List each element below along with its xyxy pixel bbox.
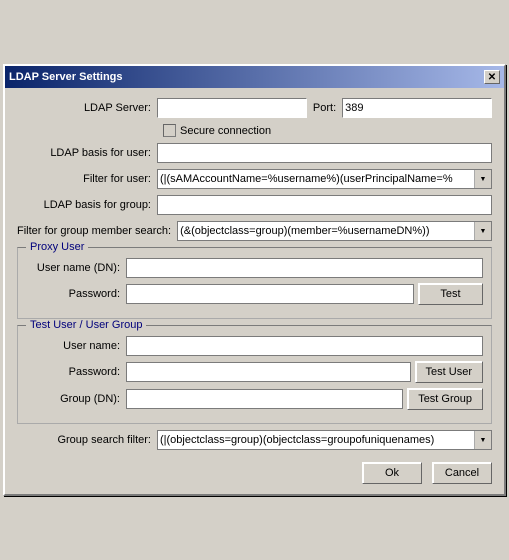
ldap-basis-user-label: LDAP basis for user: <box>17 147 157 159</box>
close-button[interactable]: ✕ <box>484 70 500 84</box>
test-user-group-label: Test User / User Group <box>26 319 146 331</box>
test-group-button[interactable]: Test Group <box>407 388 483 410</box>
test-username-label: User name: <box>26 340 126 352</box>
filter-user-select[interactable]: (|(sAMAccountName=%username%)(userPrinci… <box>157 169 492 189</box>
proxy-password-input[interactable] <box>126 284 414 304</box>
filter-user-label: Filter for user: <box>17 173 157 185</box>
title-bar: LDAP Server Settings ✕ <box>5 66 504 88</box>
ok-button[interactable]: Ok <box>362 462 422 484</box>
test-user-button[interactable]: Test User <box>415 361 483 383</box>
ldap-basis-user-row: LDAP basis for user: <box>17 143 492 163</box>
proxy-user-groupbox: Proxy User User name (DN): Password: Tes… <box>17 247 492 319</box>
test-group-input[interactable] <box>126 389 403 409</box>
ldap-basis-user-input[interactable] <box>157 143 492 163</box>
filter-group-label: Filter for group member search: <box>17 225 177 237</box>
proxy-username-row: User name (DN): <box>26 258 483 278</box>
test-group-row: Group (DN): Test Group <box>26 388 483 410</box>
cancel-button[interactable]: Cancel <box>432 462 492 484</box>
filter-user-dropdown-btn[interactable]: ▼ <box>474 170 491 188</box>
proxy-user-group-label: Proxy User <box>26 241 88 253</box>
proxy-username-label: User name (DN): <box>26 262 126 274</box>
group-search-value: (|(objectclass=group)(objectclass=groupo… <box>158 434 474 446</box>
proxy-password-row: Password: Test <box>26 283 483 305</box>
ldap-server-label: LDAP Server: <box>17 102 157 114</box>
test-user-content: User name: Password: Test User Group (DN… <box>26 336 483 410</box>
proxy-username-input[interactable] <box>126 258 483 278</box>
test-user-groupbox: Test User / User Group User name: Passwo… <box>17 325 492 424</box>
dropdown-arrow-icon: ▼ <box>480 176 487 183</box>
test-button[interactable]: Test <box>418 283 483 305</box>
ldap-basis-group-label: LDAP basis for group: <box>17 199 157 211</box>
filter-group-row: Filter for group member search: (&(objec… <box>17 221 492 241</box>
filter-group-select[interactable]: (&(objectclass=group)(member=%usernameDN… <box>177 221 492 241</box>
window-title: LDAP Server Settings <box>9 71 123 83</box>
form-content: LDAP Server: Port: Secure connection LDA… <box>5 88 504 494</box>
proxy-user-content: User name (DN): Password: Test <box>26 258 483 305</box>
ldap-basis-group-row: LDAP basis for group: <box>17 195 492 215</box>
secure-label: Secure connection <box>180 125 271 137</box>
filter-user-value: (|(sAMAccountName=%username%)(userPrinci… <box>158 173 474 185</box>
test-username-input[interactable] <box>126 336 483 356</box>
filter-group-value: (&(objectclass=group)(member=%usernameDN… <box>178 225 474 237</box>
test-password-input[interactable] <box>126 362 411 382</box>
test-password-row: Password: Test User <box>26 361 483 383</box>
secure-connection-row: Secure connection <box>163 124 492 137</box>
ldap-server-input[interactable] <box>157 98 307 118</box>
proxy-password-label: Password: <box>26 288 126 300</box>
ldap-settings-window: LDAP Server Settings ✕ LDAP Server: Port… <box>3 64 506 496</box>
dropdown-arrow-icon2: ▼ <box>480 228 487 235</box>
test-group-label: Group (DN): <box>26 393 126 405</box>
secure-checkbox-wrapper[interactable]: Secure connection <box>163 124 271 137</box>
test-password-label: Password: <box>26 366 126 378</box>
filter-group-dropdown-btn[interactable]: ▼ <box>474 222 491 240</box>
dropdown-arrow-icon3: ▼ <box>480 437 487 444</box>
bottom-buttons: Ok Cancel <box>17 458 492 486</box>
test-username-row: User name: <box>26 336 483 356</box>
secure-checkbox[interactable] <box>163 124 176 137</box>
group-search-dropdown-btn[interactable]: ▼ <box>474 431 491 449</box>
group-search-filter-row: Group search filter: (|(objectclass=grou… <box>17 430 492 450</box>
ldap-server-row: LDAP Server: Port: <box>17 98 492 118</box>
filter-user-row: Filter for user: (|(sAMAccountName=%user… <box>17 169 492 189</box>
ldap-basis-group-input[interactable] <box>157 195 492 215</box>
port-label: Port: <box>307 102 342 114</box>
group-search-select[interactable]: (|(objectclass=group)(objectclass=groupo… <box>157 430 492 450</box>
group-search-label: Group search filter: <box>17 434 157 446</box>
port-input[interactable] <box>342 98 492 118</box>
